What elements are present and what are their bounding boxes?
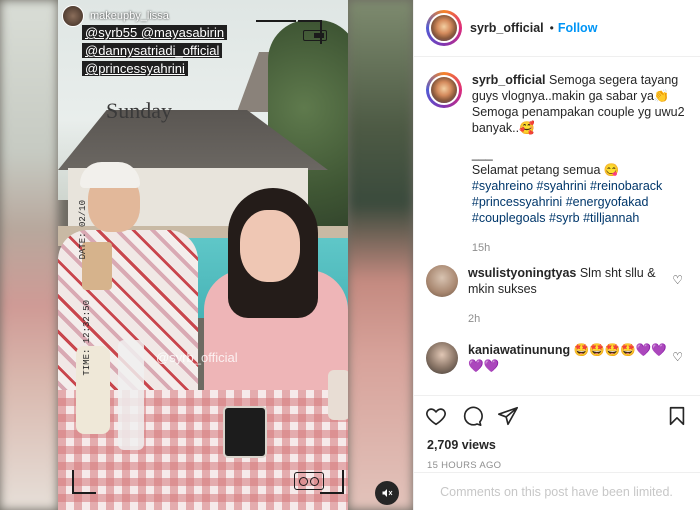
hashtag-link[interactable]: #syrb (549, 211, 580, 225)
avatar[interactable] (426, 342, 458, 374)
watermark-text: @syrb_official (156, 350, 238, 365)
bookmark-icon[interactable] (666, 405, 688, 427)
hashtag-link[interactable]: #reinobarack (590, 179, 662, 193)
view-count[interactable]: 2,709 views (413, 438, 700, 452)
caption: syrb_official Semoga segera tayang guys … (426, 72, 691, 256)
frame-line (256, 20, 296, 44)
caption-username[interactable]: syrb_official (472, 73, 546, 87)
overlay-tag: @princessyahrini (82, 61, 188, 76)
header-username[interactable]: syrb_official (470, 21, 544, 35)
comment-username[interactable]: kaniawatinunung (468, 343, 570, 357)
hashtag-link[interactable]: #couplegoals (472, 211, 546, 225)
speaker-icon[interactable] (375, 481, 399, 505)
post-media[interactable]: makeupby_lissa @syrb55 @mayasabirin @dan… (0, 0, 413, 510)
hashtag-link[interactable]: #syahrini (537, 179, 587, 193)
post-header: syrb_official • Follow (414, 0, 700, 57)
comment-time[interactable]: 2h (468, 311, 668, 327)
comment-username[interactable]: wsulistyoningtyas (468, 266, 576, 280)
like-comment-icon[interactable]: ♡ (672, 350, 683, 364)
media-blur-right (348, 0, 413, 510)
hashtag-link[interactable]: #princessyahrini (472, 195, 562, 209)
date-stamp: DATE: 02/10 (78, 200, 88, 260)
comments-limited-notice: Comments on this post have been limited. (413, 472, 700, 510)
cassette-icon (294, 472, 324, 490)
separator-dot: • (549, 21, 554, 35)
comment-item: wsulistyoningtyas Slm sht sllu & mkin su… (426, 265, 691, 327)
heart-icon[interactable] (425, 405, 447, 427)
caption-divider: ___ (471, 147, 493, 161)
time-stamp: TIME: 12:32:50 (82, 300, 92, 376)
media-blur-left (0, 0, 58, 510)
overlay-avatar (62, 5, 84, 27)
hashtag-link[interactable]: #tilljannah (583, 211, 639, 225)
overlay-username: makeupby_lissa (90, 10, 169, 22)
posted-time[interactable]: 15 HOURS AGO (413, 460, 700, 471)
video-frame (58, 0, 348, 510)
hashtag-list: #syahreino #syahrini #reinobarack #princ… (472, 178, 691, 226)
hashtag-link[interactable]: #syahreino (472, 179, 533, 193)
frame-corner (72, 470, 96, 494)
avatar[interactable] (426, 265, 458, 297)
avatar[interactable] (426, 10, 462, 46)
overlay-tags: @syrb55 @mayasabirin @dannysatriadi_offi… (82, 25, 228, 76)
share-icon[interactable] (497, 405, 519, 427)
hashtag-link[interactable]: #energyofakad (566, 195, 649, 209)
caption-text-2: Selamat petang semua 😋 (471, 163, 620, 177)
overlay-tag: @syrb55 @mayasabirin (82, 25, 228, 40)
caption-avatar[interactable] (426, 72, 462, 108)
follow-button[interactable]: Follow (558, 21, 598, 35)
comment-item: kaniawatinunung 🤩🤩🤩🤩💜💜💜💜 ♡ (426, 342, 691, 374)
caption-time[interactable]: 15h (472, 240, 691, 256)
overlay-user: makeupby_lissa (62, 5, 169, 27)
battery-icon (303, 30, 327, 41)
sunday-text: Sunday (106, 98, 172, 123)
like-comment-icon[interactable]: ♡ (672, 273, 683, 287)
comment-icon[interactable] (461, 405, 483, 427)
overlay-tag: @dannysatriadi_official (82, 43, 223, 58)
